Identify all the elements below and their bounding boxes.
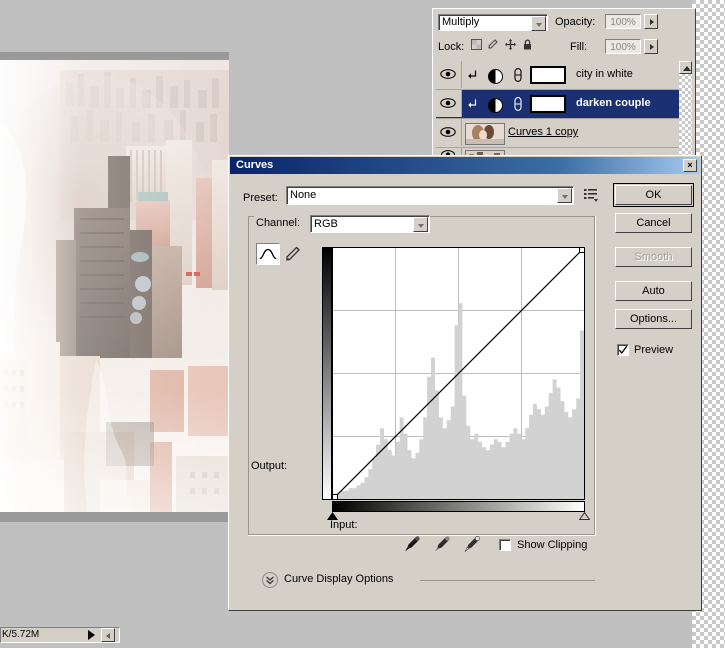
lock-all-icon[interactable] bbox=[522, 39, 533, 50]
layer-row[interactable]: Curves 1 copy bbox=[436, 119, 681, 148]
eye-icon bbox=[440, 98, 456, 108]
blend-mode-chevron-down-icon[interactable] bbox=[531, 16, 546, 31]
opacity-label: Opacity: bbox=[555, 16, 596, 28]
close-icon[interactable]: × bbox=[683, 159, 697, 172]
status-menu-arrow-icon[interactable] bbox=[88, 630, 95, 640]
white-point-eyedropper[interactable] bbox=[462, 534, 482, 554]
channel-select[interactable]: RGB bbox=[310, 215, 430, 233]
curve-line[interactable] bbox=[333, 248, 584, 499]
link-layers-icon[interactable] bbox=[514, 97, 522, 111]
layer-visibility-toggle[interactable] bbox=[436, 61, 462, 88]
checkmark-icon bbox=[618, 345, 628, 354]
link-layers-icon[interactable] bbox=[514, 68, 522, 82]
couple-photo-icon bbox=[466, 124, 504, 144]
layers-panel: Multiply Opacity: 100% Lock: Fill: 100% bbox=[432, 8, 696, 162]
dialog-title-bar[interactable]: Curves × bbox=[230, 157, 700, 174]
white-input-slider[interactable] bbox=[579, 512, 590, 520]
preset-options-menu-icon[interactable] bbox=[584, 188, 598, 202]
adjustment-layer-icon bbox=[488, 69, 503, 84]
fill-row: Lock: Fill: 100% bbox=[433, 35, 695, 60]
clipping-mask-icon bbox=[468, 99, 477, 108]
options-button[interactable]: Options... bbox=[615, 309, 692, 329]
layer-name[interactable]: Curves 1 copy bbox=[508, 126, 578, 138]
eye-icon bbox=[440, 69, 456, 79]
lock-label: Lock: bbox=[438, 41, 465, 53]
layer-list: city in white darken couple Curves 1 cop… bbox=[436, 61, 681, 159]
document-top-border bbox=[0, 52, 229, 60]
fill-stepper-icon[interactable] bbox=[644, 39, 658, 54]
curve-display-options-toggle[interactable] bbox=[262, 572, 278, 588]
scroll-up-button[interactable] bbox=[679, 61, 692, 74]
document-bottom-border bbox=[0, 512, 229, 522]
lock-image-icon[interactable] bbox=[488, 39, 499, 50]
lock-position-icon[interactable] bbox=[505, 39, 516, 50]
layers-scrollbar[interactable] bbox=[679, 61, 692, 159]
preset-label: Preset: bbox=[243, 192, 278, 204]
layer-name[interactable]: darken couple bbox=[576, 97, 651, 109]
layer-mask-thumbnail[interactable] bbox=[530, 95, 566, 113]
clipping-mask-icon bbox=[468, 70, 477, 79]
curve-control-point-black[interactable] bbox=[332, 494, 338, 500]
ok-button[interactable]: OK bbox=[613, 183, 694, 207]
layer-mask-thumbnail[interactable] bbox=[530, 66, 566, 84]
pencil-tool-icon[interactable] bbox=[282, 243, 304, 265]
layer-thumbnail[interactable] bbox=[465, 123, 505, 145]
opacity-value[interactable]: 100% bbox=[605, 14, 641, 29]
cancel-button[interactable]: Cancel bbox=[615, 213, 692, 233]
adjustment-layer-icon bbox=[488, 98, 503, 113]
output-gradient-ramp bbox=[322, 247, 332, 500]
layer-row[interactable]: city in white bbox=[436, 61, 681, 90]
smooth-button: Smooth bbox=[615, 247, 692, 267]
document-canvas[interactable] bbox=[0, 60, 229, 512]
preset-select[interactable]: None bbox=[286, 186, 574, 205]
auto-button[interactable]: Auto bbox=[615, 281, 692, 301]
gray-point-eyedropper[interactable] bbox=[432, 534, 452, 554]
preview-label: Preview bbox=[634, 344, 674, 356]
preview-checkbox[interactable] bbox=[617, 344, 629, 356]
opacity-stepper-icon[interactable] bbox=[644, 14, 658, 29]
black-point-eyedropper[interactable] bbox=[402, 534, 422, 554]
curve-display-options-label: Curve Display Options bbox=[284, 573, 394, 585]
layer-row[interactable]: darken couple bbox=[436, 90, 681, 119]
fill-label: Fill: bbox=[570, 41, 588, 53]
curve-control-point-white[interactable] bbox=[579, 247, 585, 253]
channel-chevron-down-icon[interactable] bbox=[413, 217, 428, 232]
input-gradient-ramp bbox=[332, 501, 585, 512]
lock-transparency-icon[interactable] bbox=[471, 39, 482, 50]
output-label: Output: bbox=[251, 460, 288, 472]
curves-graph[interactable] bbox=[332, 247, 585, 500]
input-label: Input: bbox=[330, 519, 358, 531]
fill-value[interactable]: 100% bbox=[605, 39, 641, 54]
show-clipping-label: Show Clipping bbox=[517, 539, 588, 551]
layer-visibility-toggle[interactable] bbox=[436, 119, 462, 146]
channel-label: Channel: bbox=[256, 217, 301, 229]
document-size-text: K/5.72M bbox=[2, 629, 40, 640]
preset-chevron-down-icon[interactable] bbox=[557, 188, 572, 203]
dialog-title: Curves bbox=[236, 159, 274, 171]
blend-mode-row: Multiply Opacity: 100% bbox=[433, 9, 695, 35]
artwork-image bbox=[0, 60, 229, 512]
layer-visibility-toggle[interactable] bbox=[436, 90, 462, 117]
section-divider bbox=[420, 580, 595, 581]
show-clipping-checkbox[interactable] bbox=[499, 539, 511, 551]
curve-tool-icon[interactable] bbox=[256, 243, 280, 265]
layer-name[interactable]: city in white bbox=[576, 68, 633, 80]
eye-icon bbox=[440, 127, 456, 137]
horizontal-scroll-left-button[interactable] bbox=[101, 628, 115, 642]
